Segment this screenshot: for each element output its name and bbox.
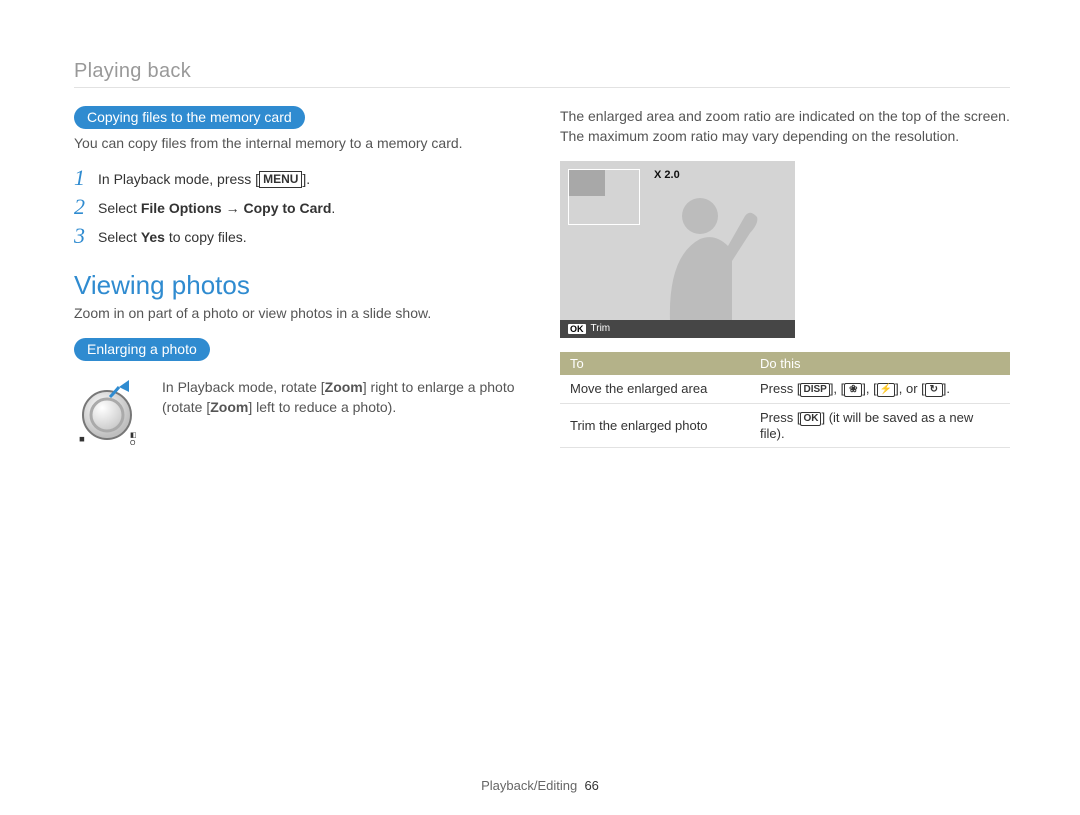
action-do: Press [DISP], [❀], [⚡], or [↻]. xyxy=(750,375,1010,404)
flash-button-icon: ⚡ xyxy=(877,383,895,397)
steps-list: 1 In Playback mode, press [MENU]. 2 Sele… xyxy=(74,167,524,248)
copying-intro: You can copy files from the internal mem… xyxy=(74,133,524,153)
table-header-to: To xyxy=(560,352,750,375)
section-title: Playing back xyxy=(74,60,1010,83)
table-header-do: Do this xyxy=(750,352,1010,375)
ok-button-icon: OK xyxy=(800,412,821,426)
disp-button-icon: DISP xyxy=(800,383,829,397)
viewing-intro: Zoom in on part of a photo or view photo… xyxy=(74,303,524,323)
silhouette-icon xyxy=(560,161,795,338)
action-do: Press [OK] (it will be saved as a new fi… xyxy=(750,403,1010,447)
step-text: Select xyxy=(98,229,141,245)
step-text: to copy files. xyxy=(165,229,247,245)
action-name: Move the enlarged area xyxy=(560,375,750,404)
footer-section: Playback/Editing xyxy=(481,778,577,793)
macro-button-icon: ❀ xyxy=(844,383,862,397)
action-name: Trim the enlarged photo xyxy=(560,403,750,447)
zoom-dial-icon: ◼ ◧ Q xyxy=(74,375,144,450)
step-text: In Playback mode, press [ xyxy=(98,171,259,187)
menu-button-icon: MENU xyxy=(259,171,302,188)
step-number: 2 xyxy=(74,196,98,218)
subheading-enlarging: Enlarging a photo xyxy=(74,338,210,361)
left-column: Copying files to the memory card You can… xyxy=(74,106,524,450)
zoom-instruction: In Playback mode, rotate [Zoom] right to… xyxy=(162,377,524,418)
divider xyxy=(74,87,1010,88)
right-intro: The enlarged area and zoom ratio are ind… xyxy=(560,106,1010,147)
svg-text:◧: ◧ xyxy=(130,432,137,439)
ok-icon: OK xyxy=(568,324,586,334)
camera-screen-illustration: X 2.0 OK Trim xyxy=(560,161,795,338)
page-footer: Playback/Editing 66 xyxy=(0,778,1080,793)
table-row: Trim the enlarged photo Press [OK] (it w… xyxy=(560,403,1010,447)
step-bold: Yes xyxy=(141,229,165,245)
right-column: The enlarged area and zoom ratio are ind… xyxy=(560,106,1010,450)
step-text: Select xyxy=(98,200,141,216)
heading-viewing-photos: Viewing photos xyxy=(74,270,524,301)
subheading-copying: Copying files to the memory card xyxy=(74,106,305,129)
actions-table: To Do this Move the enlarged area Press … xyxy=(560,352,1010,448)
step-text: ]. xyxy=(302,171,310,187)
table-row: Move the enlarged area Press [DISP], [❀]… xyxy=(560,375,1010,404)
page-number: 66 xyxy=(584,778,598,793)
step-number: 3 xyxy=(74,225,98,247)
step-text: . xyxy=(331,200,335,216)
trim-label: Trim xyxy=(591,323,611,334)
svg-text:◼: ◼ xyxy=(79,436,85,443)
svg-text:Q: Q xyxy=(130,440,136,445)
step-number: 1 xyxy=(74,167,98,189)
step-bold: File Options → Copy to Card xyxy=(141,200,332,216)
timer-button-icon: ↻ xyxy=(925,383,943,397)
